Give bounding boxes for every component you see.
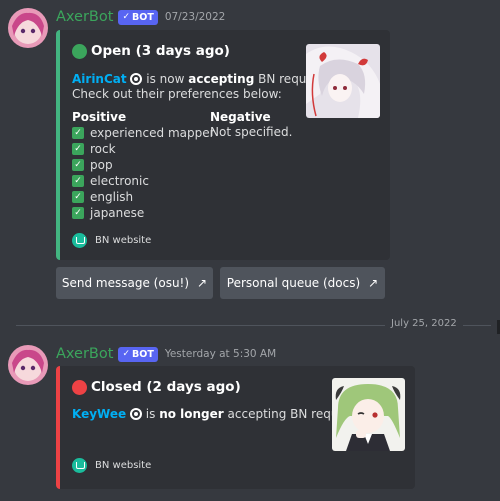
bn-website-icon	[72, 233, 87, 248]
external-link-icon: ↗	[368, 276, 379, 290]
thumbnail-image[interactable]	[332, 378, 405, 451]
preference-item: ✓ english	[72, 189, 215, 205]
message-header: AxerBot ✓ BOT 07/23/2022	[56, 9, 225, 25]
preference-item: ✓ japanese	[72, 205, 215, 221]
negative-field: Negative Not specified.	[210, 110, 292, 140]
preference-item: ✓ experienced mapper	[72, 125, 215, 141]
user-link[interactable]: KeyWee	[72, 407, 126, 421]
checkbox-icon: ✓	[72, 159, 84, 171]
bot-tag: ✓ BOT	[118, 346, 158, 362]
checkbox-icon: ✓	[72, 191, 84, 203]
osu-icon	[130, 73, 143, 85]
status-dot-icon	[72, 379, 87, 395]
embed-description: KeyWee is no longer accepting BN request…	[72, 407, 367, 421]
embed-title: Open (3 days ago)	[72, 43, 230, 59]
thumbnail-image[interactable]	[306, 44, 380, 118]
username[interactable]: AxerBot	[56, 9, 113, 25]
preference-item: ✓ electronic	[72, 173, 215, 189]
verified-check-icon: ✓	[122, 12, 130, 22]
field-name-negative: Negative	[210, 110, 271, 124]
positive-list: ✓ experienced mapper ✓ rock ✓ pop ✓ electronic ✓…	[72, 125, 215, 221]
checkbox-icon: ✓	[72, 175, 84, 187]
embed-closed: Closed (2 days ago) KeyWee is no longer …	[56, 366, 415, 489]
field-name-positive: Positive	[72, 110, 127, 124]
message-header: AxerBot ✓ BOT Yesterday at 5:30 AM	[56, 346, 276, 362]
footer-text[interactable]: BN website	[95, 235, 151, 246]
checkbox-icon: ✓	[72, 143, 84, 155]
embed-footer: BN website	[72, 458, 151, 473]
timestamp: Yesterday at 5:30 AM	[164, 348, 277, 360]
timestamp: 07/23/2022	[164, 11, 226, 23]
username[interactable]: AxerBot	[56, 346, 113, 362]
osu-icon	[129, 408, 142, 420]
send-message-button[interactable]: Send message (osu!) ↗	[56, 267, 213, 299]
user-link[interactable]: AirinCat	[72, 72, 127, 86]
date-divider: July 25, 2022	[385, 318, 463, 329]
status-dot-icon	[72, 43, 87, 59]
preference-item: ✓ rock	[72, 141, 215, 157]
external-link-icon: ↗	[197, 276, 208, 290]
avatar[interactable]	[8, 8, 48, 48]
negative-value: Not specified.	[210, 125, 293, 139]
embed-footer: BN website	[72, 233, 151, 248]
personal-queue-button[interactable]: Personal queue (docs) ↗	[220, 267, 385, 299]
embed-title: Closed (2 days ago)	[72, 379, 241, 395]
bot-tag: ✓ BOT	[118, 9, 158, 25]
checkbox-icon: ✓	[72, 207, 84, 219]
positive-field: Positive ✓ experienced mapper ✓ rock ✓ pop ✓ el…	[72, 110, 215, 221]
verified-check-icon: ✓	[122, 349, 130, 359]
embed-description: AirinCat is now accepting BN requests! C…	[72, 72, 336, 101]
avatar[interactable]	[8, 345, 48, 385]
bn-website-icon	[72, 458, 87, 473]
footer-text[interactable]: BN website	[95, 460, 151, 471]
preference-item: ✓ pop	[72, 157, 215, 173]
embed-open: Open (3 days ago) AirinCat is now accept…	[56, 30, 390, 260]
checkbox-icon: ✓	[72, 127, 84, 139]
